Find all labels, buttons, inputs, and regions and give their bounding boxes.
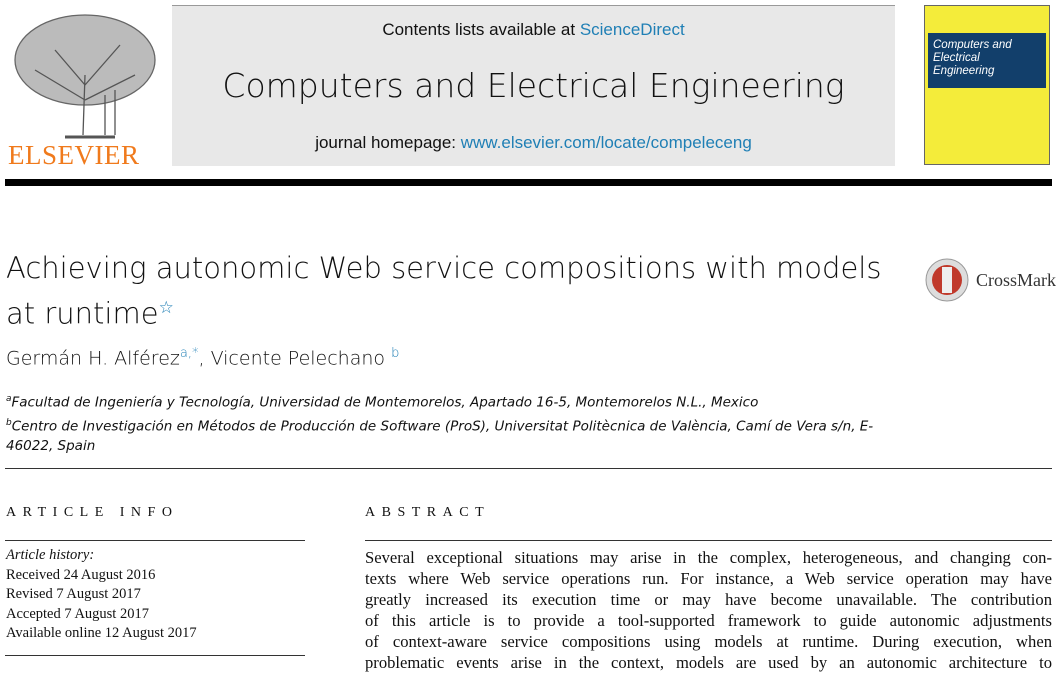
- authors: Germán H. Alféreza,*, Vicente Pelechano …: [6, 346, 400, 370]
- cover-title-band: Computers and Electrical Engineering: [928, 33, 1046, 88]
- author-affil-link[interactable]: a,*: [180, 346, 199, 361]
- sciencedirect-link[interactable]: ScienceDirect: [580, 20, 685, 39]
- article-history: Article history: Received 24 August 2016…: [6, 546, 197, 644]
- crossmark-badge[interactable]: CrossMark: [924, 257, 1056, 303]
- affiliation: bCentro de Investigación en Métodos de P…: [6, 417, 874, 455]
- crossmark-icon: [925, 258, 969, 302]
- header-divider: [5, 179, 1052, 186]
- history-item: Accepted 7 August 2017: [6, 605, 149, 622]
- divider: [5, 655, 305, 656]
- article-title: Achieving autonomic Web service composit…: [6, 251, 882, 331]
- abstract-text: Several exceptional situations may arise…: [365, 548, 1052, 672]
- history-item: Available online 12 August 2017: [6, 625, 197, 641]
- affiliation: aFacultad de Ingeniería y Tecnología, Un…: [6, 394, 759, 411]
- history-item: Revised 7 August 2017: [6, 586, 141, 602]
- journal-cover: Computers and Electrical Engineering: [924, 5, 1050, 165]
- author-name: Vicente Pelechano: [210, 347, 386, 370]
- affiliations: aFacultad de Ingeniería y Tecnología, Un…: [6, 389, 896, 456]
- elsevier-wordmark: ELSEVIER: [8, 140, 140, 170]
- divider: [5, 540, 305, 541]
- title-footnote-star[interactable]: ☆: [159, 298, 174, 318]
- abstract-heading: ABSTRACT: [365, 505, 491, 520]
- article-info-heading: ARTICLE INFO: [6, 505, 179, 520]
- homepage-link[interactable]: www.elsevier.com/locate/compeleceng: [461, 133, 752, 152]
- journal-title: Computers and Electrical Engineering: [222, 66, 845, 105]
- contents-line: Contents lists available at ScienceDirec…: [382, 20, 685, 39]
- divider: [365, 540, 1052, 541]
- author-affil-link[interactable]: b: [391, 346, 399, 361]
- author-name: Germán H. Alférez: [6, 347, 180, 370]
- homepage-line: journal homepage: www.elsevier.com/locat…: [315, 133, 752, 152]
- divider: [5, 468, 1052, 469]
- history-item: Received 24 August 2016: [6, 566, 156, 583]
- journal-header: Contents lists available at ScienceDirec…: [172, 5, 895, 166]
